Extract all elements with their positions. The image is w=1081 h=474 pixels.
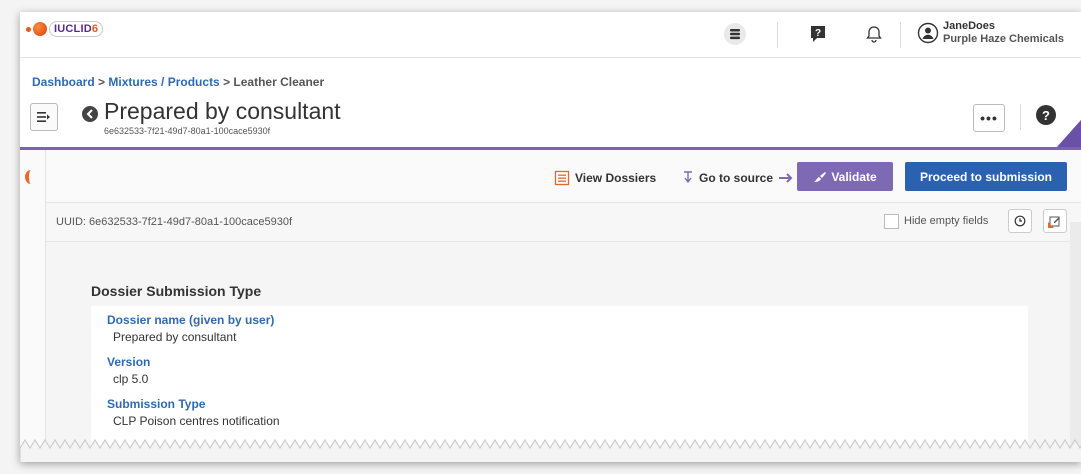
logo-text: IUCLID bbox=[54, 23, 92, 35]
field-value[interactable]: Prepared by consultant bbox=[113, 330, 236, 344]
breadcrumb-mixtures[interactable]: Mixtures / Products bbox=[108, 75, 219, 89]
view-dossiers-button[interactable]: View Dossiers bbox=[554, 170, 656, 186]
field-label: Submission Type bbox=[107, 397, 206, 411]
more-actions-button[interactable]: ••• bbox=[973, 104, 1005, 132]
validate-button[interactable]: Validate bbox=[797, 162, 893, 191]
notifications-bell-icon[interactable] bbox=[863, 23, 885, 45]
user-name[interactable]: JaneDoes bbox=[943, 20, 995, 32]
hide-empty-fields-checkbox[interactable] bbox=[884, 214, 899, 229]
section-title: Dossier Submission Type bbox=[91, 283, 262, 299]
uuid-text: UUID: 6e632533-7f21-49d7-80a1-100cace593… bbox=[56, 216, 293, 228]
rail-tab-icon[interactable] bbox=[25, 170, 37, 184]
field-value[interactable]: CLP Poison centres notification bbox=[113, 414, 280, 428]
content-area: Dossier Submission Type Dossier name (gi… bbox=[46, 242, 1081, 462]
divider bbox=[900, 22, 901, 48]
validate-brush-icon bbox=[814, 171, 827, 182]
top-bar: IUCLID6 ? JaneDoes Purple Haze Chemicals bbox=[20, 12, 1081, 58]
page-subtitle-uuid: 6e632533-7f21-49d7-80a1-100cace5930f bbox=[104, 126, 271, 136]
field-value[interactable]: clp 5.0 bbox=[113, 372, 148, 386]
divider bbox=[1020, 104, 1021, 130]
left-rail bbox=[20, 150, 46, 462]
logo-cloud: IUCLID6 bbox=[49, 21, 104, 37]
action-toolbar: View Dossiers Go to source Validate Proc… bbox=[46, 150, 1081, 203]
validate-label: Validate bbox=[831, 169, 877, 184]
torn-edge-decoration bbox=[20, 439, 1081, 462]
svg-text:?: ? bbox=[815, 28, 821, 39]
history-clock-icon[interactable] bbox=[1008, 209, 1032, 233]
breadcrumb-separator: > bbox=[94, 75, 109, 89]
page-header: Dashboard > Mixtures / Products > Leathe… bbox=[20, 58, 1081, 148]
scrollbar[interactable] bbox=[1070, 222, 1081, 462]
arrow-right-icon bbox=[779, 173, 793, 183]
field-label: Dossier name (given by user) bbox=[107, 313, 275, 327]
divider bbox=[777, 22, 778, 48]
user-avatar-icon[interactable] bbox=[917, 22, 939, 44]
logo-dot bbox=[26, 26, 31, 32]
menu-arrow-icon bbox=[37, 112, 50, 122]
database-icon[interactable] bbox=[724, 23, 746, 45]
edit-icon[interactable] bbox=[1043, 209, 1067, 233]
field-label: Version bbox=[107, 355, 151, 369]
logo-sphere bbox=[33, 22, 47, 36]
breadcrumb-separator: > bbox=[219, 75, 234, 89]
logo-version: 6 bbox=[91, 23, 99, 35]
breadcrumb-dashboard[interactable]: Dashboard bbox=[32, 75, 95, 89]
user-organisation[interactable]: Purple Haze Chemicals bbox=[943, 33, 1064, 45]
side-menu-toggle-button[interactable] bbox=[30, 103, 58, 131]
dossier-list-icon bbox=[554, 170, 570, 186]
help-chat-icon[interactable]: ? bbox=[807, 23, 829, 45]
iuclid-logo[interactable]: IUCLID6 bbox=[26, 21, 104, 37]
page-title: Prepared by consultant bbox=[104, 98, 341, 124]
source-link-icon bbox=[684, 171, 692, 184]
app-window: IUCLID6 ? JaneDoes Purple Haze Chemicals… bbox=[20, 12, 1081, 462]
help-icon[interactable]: ? bbox=[1036, 105, 1056, 125]
breadcrumb: Dashboard > Mixtures / Products > Leathe… bbox=[32, 75, 324, 89]
go-to-source-button[interactable]: Go to source bbox=[682, 170, 794, 186]
uuid-bar: UUID: 6e632533-7f21-49d7-80a1-100cace593… bbox=[46, 203, 1081, 242]
proceed-to-submission-button[interactable]: Proceed to submission bbox=[905, 162, 1067, 191]
back-arrow-icon[interactable] bbox=[82, 106, 98, 122]
view-dossiers-label: View Dossiers bbox=[575, 171, 657, 185]
breadcrumb-current: Leather Cleaner bbox=[233, 75, 325, 89]
go-to-source-label: Go to source bbox=[699, 171, 774, 185]
hide-empty-fields-label[interactable]: Hide empty fields bbox=[904, 215, 988, 227]
lock-corner-icon[interactable] bbox=[1056, 120, 1081, 148]
